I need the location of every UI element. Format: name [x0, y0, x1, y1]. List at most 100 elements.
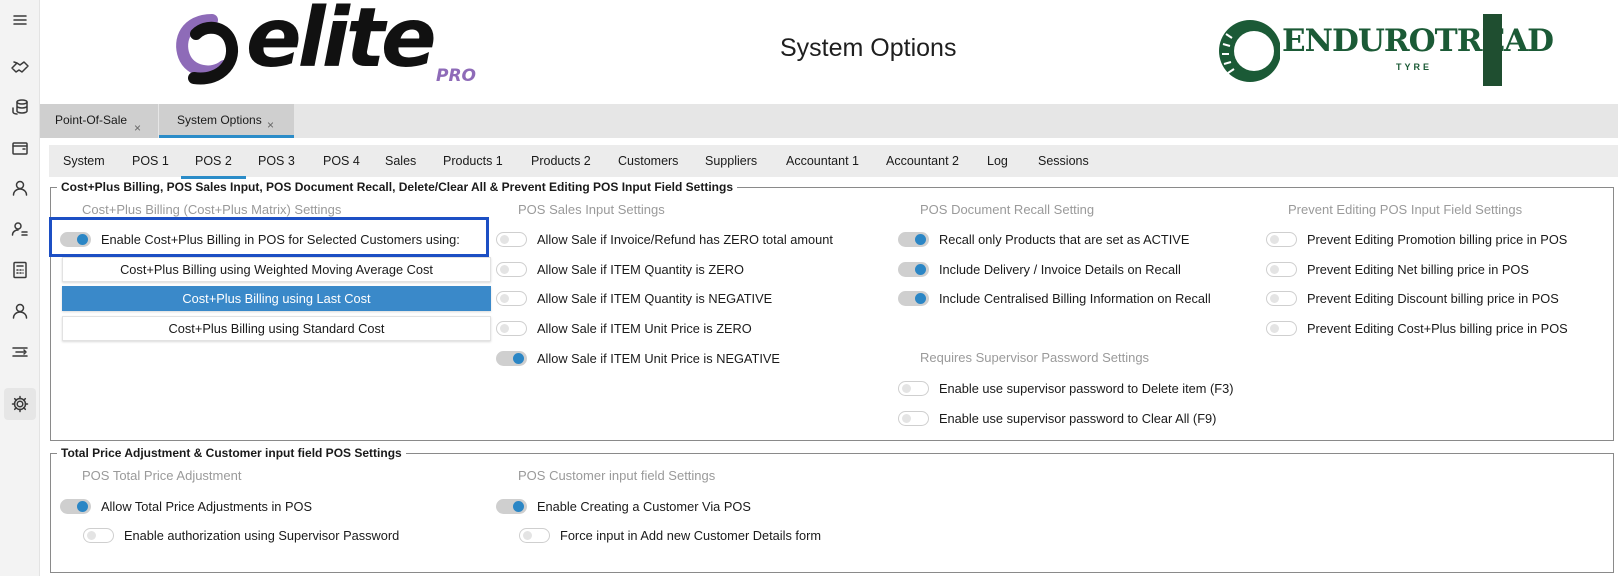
sales-input-label: Allow Sale if Invoice/Refund has ZERO to…	[537, 231, 833, 247]
prevent-option[interactable]: Prevent Editing Discount billing price i…	[1266, 287, 1559, 309]
prevent-label: Prevent Editing Promotion billing price …	[1307, 231, 1568, 247]
calculator-icon[interactable]	[4, 254, 36, 286]
options-tab-strip: System POS 1 POS 2 POS 3 POS 4 Sales Pro…	[49, 145, 1618, 179]
close-icon[interactable]: ×	[134, 121, 141, 135]
user-group-icon[interactable]	[4, 213, 36, 245]
tab-pos-1[interactable]: POS 1	[132, 154, 169, 168]
customer-input-toggle[interactable]	[496, 498, 527, 514]
customer-input-option[interactable]: Force input in Add new Customer Details …	[519, 524, 821, 546]
supervisor-option[interactable]: Enable use supervisor password to Delete…	[898, 377, 1233, 399]
tab-pos-4[interactable]: POS 4	[323, 154, 360, 168]
recall-heading: POS Document Recall Setting	[920, 202, 1095, 217]
coins-icon[interactable]	[4, 91, 36, 123]
sales-input-toggle[interactable]	[496, 261, 527, 277]
tab-system-options[interactable]: System Options ×	[159, 104, 294, 138]
costplus-standard-cost-button[interactable]: Cost+Plus Billing using Standard Cost	[62, 316, 491, 341]
gear-icon[interactable]	[4, 388, 36, 420]
recall-label: Include Centralised Billing Information …	[939, 290, 1211, 306]
elite-pro-suffix: PRO	[436, 66, 477, 86]
prevent-option[interactable]: Prevent Editing Net billing price in POS	[1266, 258, 1529, 280]
close-icon[interactable]: ×	[267, 118, 274, 132]
transfer-icon[interactable]	[4, 336, 36, 368]
prevent-label: Prevent Editing Net billing price in POS	[1307, 261, 1529, 277]
recall-label: Recall only Products that are set as ACT…	[939, 231, 1190, 247]
group-pos-input-legend: Cost+Plus Billing, POS Sales Input, POS …	[57, 180, 738, 194]
tab-accountant-1[interactable]: Accountant 1	[786, 154, 859, 168]
tab-pos-2[interactable]: POS 2	[181, 154, 246, 179]
customer-input-option[interactable]: Enable Creating a Customer Via POS	[496, 495, 751, 517]
sales-input-toggle[interactable]	[496, 350, 527, 366]
tab-products-2[interactable]: Products 2	[531, 154, 591, 168]
price-adj-option[interactable]: Enable authorization using Supervisor Pa…	[83, 524, 399, 546]
tab-log[interactable]: Log	[987, 154, 1008, 168]
costplus-last-cost-button[interactable]: Cost+Plus Billing using Last Cost	[62, 286, 491, 311]
endurotread-tyre-label: TYRE	[1396, 62, 1433, 72]
tab-pos-3[interactable]: POS 3	[258, 154, 295, 168]
costplus-enable-option[interactable]: Enable Cost+Plus Billing in POS for Sele…	[60, 228, 460, 250]
prevent-toggle[interactable]	[1266, 320, 1297, 336]
sales-input-label: Allow Sale if ITEM Quantity is ZERO	[537, 261, 744, 277]
sales-input-option[interactable]: Allow Sale if ITEM Unit Price is ZERO	[496, 317, 752, 339]
person-icon[interactable]	[4, 295, 36, 327]
handshake-icon[interactable]	[4, 50, 36, 82]
tab-accountant-2[interactable]: Accountant 2	[886, 154, 959, 168]
supervisor-label: Enable use supervisor password to Delete…	[939, 380, 1234, 396]
tab-system-options-label: System Options	[177, 113, 262, 127]
elite-pro-logo: elite PRO	[172, 0, 512, 92]
tab-suppliers[interactable]: Suppliers	[705, 154, 757, 168]
costplus-wmac-button[interactable]: Cost+Plus Billing using Weighted Moving …	[62, 257, 491, 282]
left-nav-rail	[0, 0, 40, 576]
system-options-window: elite PRO System Options ENDUROTREAD TYR…	[0, 0, 1618, 576]
customer-input-heading: POS Customer input field Settings	[518, 468, 716, 483]
sales-input-option[interactable]: Allow Sale if ITEM Quantity is NEGATIVE	[496, 287, 772, 309]
supervisor-option[interactable]: Enable use supervisor password to Clear …	[898, 407, 1216, 429]
price-adj-toggle[interactable]	[60, 498, 91, 514]
page-title: System Options	[780, 34, 957, 62]
costplus-enable-toggle[interactable]	[60, 231, 91, 247]
sales-input-toggle[interactable]	[496, 231, 527, 247]
prevent-heading: Prevent Editing POS Input Field Settings	[1288, 202, 1523, 217]
endurotread-logo: ENDUROTREAD TYRE	[1216, 14, 1554, 88]
customer-input-toggle[interactable]	[519, 527, 550, 543]
tab-products-1[interactable]: Products 1	[443, 154, 503, 168]
sales-input-option[interactable]: Allow Sale if ITEM Quantity is ZERO	[496, 258, 744, 280]
sales-input-label: Allow Sale if ITEM Unit Price is NEGATIV…	[537, 350, 780, 366]
tab-customers[interactable]: Customers	[618, 154, 678, 168]
recall-toggle[interactable]	[898, 261, 929, 277]
prevent-toggle[interactable]	[1266, 261, 1297, 277]
costplus-heading: Cost+Plus Billing (Cost+Plus Matrix) Set…	[82, 202, 342, 217]
group-price-customer-legend: Total Price Adjustment & Customer input …	[57, 446, 406, 460]
recall-label: Include Delivery / Invoice Details on Re…	[939, 261, 1181, 277]
supervisor-toggle[interactable]	[898, 380, 929, 396]
user-icon[interactable]	[4, 172, 36, 204]
wallet-icon[interactable]	[4, 132, 36, 164]
tab-point-of-sale[interactable]: Point-Of-Sale ×	[40, 104, 158, 138]
menu-icon[interactable]	[4, 4, 36, 36]
prevent-option[interactable]: Prevent Editing Promotion billing price …	[1266, 228, 1567, 250]
prevent-option[interactable]: Prevent Editing Cost+Plus billing price …	[1266, 317, 1568, 339]
price-adj-label: Allow Total Price Adjustments in POS	[101, 498, 313, 514]
tab-system[interactable]: System	[63, 154, 105, 168]
tyre-icon	[1219, 20, 1280, 82]
price-adj-toggle[interactable]	[83, 527, 114, 543]
recall-toggle[interactable]	[898, 290, 929, 306]
price-adj-option[interactable]: Allow Total Price Adjustments in POS	[60, 495, 312, 517]
recall-option[interactable]: Recall only Products that are set as ACT…	[898, 228, 1189, 250]
recall-option[interactable]: Include Delivery / Invoice Details on Re…	[898, 258, 1181, 280]
customer-input-label: Force input in Add new Customer Details …	[560, 527, 822, 543]
sales-input-option[interactable]: Allow Sale if Invoice/Refund has ZERO to…	[496, 228, 833, 250]
recall-option[interactable]: Include Centralised Billing Information …	[898, 287, 1211, 309]
sales-input-option[interactable]: Allow Sale if ITEM Unit Price is NEGATIV…	[496, 347, 780, 369]
supervisor-heading: Requires Supervisor Password Settings	[920, 350, 1150, 365]
recall-toggle[interactable]	[898, 231, 929, 247]
prevent-toggle[interactable]	[1266, 231, 1297, 247]
prevent-toggle[interactable]	[1266, 290, 1297, 306]
costplus-enable-label: Enable Cost+Plus Billing in POS for Sele…	[101, 231, 460, 247]
sales-input-toggle[interactable]	[496, 320, 527, 336]
supervisor-toggle[interactable]	[898, 410, 929, 426]
customer-input-label: Enable Creating a Customer Via POS	[537, 498, 751, 514]
sales-input-toggle[interactable]	[496, 290, 527, 306]
endurotread-wordmark: ENDUROTREAD	[1282, 23, 1554, 59]
tab-sessions[interactable]: Sessions	[1038, 154, 1089, 168]
tab-sales[interactable]: Sales	[385, 154, 416, 168]
